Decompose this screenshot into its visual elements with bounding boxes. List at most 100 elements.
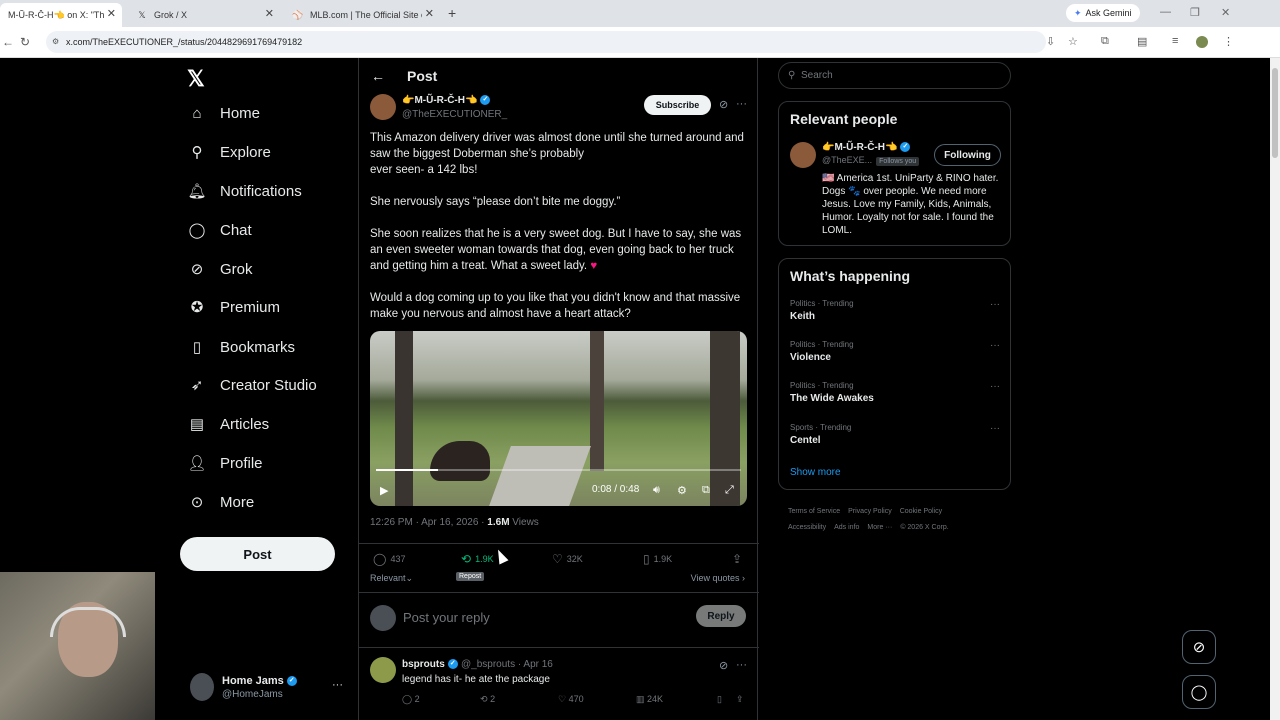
video-progress-bar[interactable]	[376, 469, 741, 471]
ask-gemini-button[interactable]: ✦ Ask Gemini	[1066, 4, 1140, 22]
more-dots-icon[interactable]: ···	[990, 381, 1000, 392]
trend-item[interactable]: Politics · Trending The Wide Awakes ···	[790, 381, 1000, 404]
video-scene-post	[590, 331, 604, 471]
nav-explore[interactable]: ⚲ Explore	[188, 143, 271, 162]
restore-icon[interactable]: ❐	[1190, 6, 1200, 19]
bookmark-icon[interactable]: ▯	[717, 694, 722, 705]
nav-articles[interactable]: ▤ Articles	[188, 415, 269, 434]
site-info-icon[interactable]: ⚙	[52, 31, 59, 53]
reply-button[interactable]: ◯ 437	[373, 552, 405, 566]
more-dots-icon[interactable]: ···	[332, 679, 343, 691]
show-more-link[interactable]: Show more	[790, 467, 841, 478]
nav-more[interactable]: ⊙ More	[188, 493, 254, 512]
nav-premium[interactable]: ✪ Premium	[188, 298, 280, 317]
close-tab-icon[interactable]: ✕	[265, 7, 274, 20]
repost-button[interactable]: ⟲ 1.9K	[461, 552, 494, 566]
back-icon[interactable]: ←	[2, 35, 14, 49]
more-dots-icon[interactable]: ···	[736, 659, 747, 671]
fullscreen-icon[interactable]: ⤢	[725, 484, 734, 497]
nav-chat[interactable]: ◯ Chat	[188, 221, 252, 240]
reply-repost-button[interactable]: ⟲ 2	[480, 694, 495, 705]
tab-grok[interactable]: 𝕏 Grok / X ✕	[128, 3, 280, 27]
nav-creator-studio[interactable]: ➶ Creator Studio	[188, 376, 317, 395]
footer-link[interactable]: More ···	[867, 524, 892, 531]
reply-like-button[interactable]: ♡ 470	[558, 694, 584, 705]
reply-views[interactable]: ▥ 24K	[636, 694, 663, 705]
footer-link[interactable]: Privacy Policy	[848, 508, 892, 515]
more-dots-icon[interactable]: ···	[990, 340, 1000, 351]
subscribe-button[interactable]: Subscribe	[644, 95, 711, 115]
post-time[interactable]: 12:26 PM · Apr 16, 2026 ·	[370, 517, 487, 528]
footer-link[interactable]: Terms of Service	[788, 508, 840, 515]
grok-floating-icon[interactable]: ⊘	[1182, 630, 1216, 664]
person-handle-row[interactable]: @TheEXE... Follows you	[822, 155, 920, 166]
footer-link[interactable]: Ads info	[834, 524, 859, 531]
account-name-row: Home Jams ✓	[222, 675, 297, 687]
trend-item[interactable]: Politics · Trending Keith ···	[790, 299, 1000, 322]
play-icon[interactable]: ▶	[380, 484, 388, 497]
share-icon[interactable]: ⇪	[736, 694, 744, 705]
extensions-icon[interactable]: ⧉	[1101, 35, 1109, 48]
reply-input[interactable]: Post your reply	[403, 610, 490, 625]
bookmark-star-icon[interactable]: ☆	[1068, 35, 1078, 48]
grok-icon[interactable]: ⊘	[719, 659, 728, 672]
chat-floating-icon[interactable]: ◯	[1182, 675, 1216, 709]
share-button[interactable]: ⇪	[732, 552, 742, 566]
person-name-row[interactable]: 👉M-Ũ-R-Č-H👈 ✓	[822, 142, 911, 153]
pip-icon[interactable]: ⧉	[702, 484, 710, 497]
footer-link[interactable]: Cookie Policy	[900, 508, 942, 515]
grok-icon[interactable]: ⊘	[719, 98, 728, 111]
tab-mlb[interactable]: ⚾ MLB.com | The Official Site of M ✕	[284, 3, 440, 27]
menu-icon[interactable]: ⋮	[1223, 35, 1234, 48]
reply-reply-button[interactable]: ◯ 2	[402, 694, 420, 705]
sort-dropdown[interactable]: Relevant⌄	[370, 573, 413, 584]
close-window-icon[interactable]: ✕	[1221, 6, 1230, 19]
more-dots-icon[interactable]: ···	[990, 423, 1000, 434]
install-icon[interactable]: ⇩	[1046, 35, 1055, 48]
nav-grok[interactable]: ⊘ Grok	[188, 260, 253, 279]
close-tab-icon[interactable]: ✕	[107, 7, 116, 20]
reply-handle[interactable]: @_bsprouts · Apr 16	[461, 659, 553, 670]
video-player[interactable]: ▶ 0:08 / 0:48 🔊︎ ⚙ ⧉ ⤢	[370, 331, 747, 506]
author-avatar[interactable]	[370, 94, 396, 120]
author-name-row[interactable]: 👉M-Ũ-R-Č-H👈 ✓	[402, 95, 491, 106]
back-arrow-icon[interactable]: ←	[371, 68, 385, 84]
view-quotes-link[interactable]: View quotes ›	[691, 573, 745, 583]
footer-link[interactable]: Accessibility	[788, 524, 826, 531]
reading-list-icon[interactable]: ▤	[1137, 35, 1147, 48]
tab-current[interactable]: M-Ũ-R-Č-H👈 on X: "This A ✕	[0, 3, 122, 27]
search-input[interactable]: ⚲ Search	[778, 62, 1011, 89]
avatar[interactable]	[790, 142, 816, 168]
page-scrollbar[interactable]	[1270, 58, 1280, 720]
nav-profile[interactable]: 👤︎ Profile	[187, 454, 262, 473]
new-tab-icon[interactable]: +	[448, 5, 456, 21]
close-tab-icon[interactable]: ✕	[425, 7, 434, 20]
reply-name-row[interactable]: bsprouts ✓	[402, 659, 458, 670]
avatar[interactable]	[370, 657, 396, 683]
reload-icon[interactable]: ↻	[20, 35, 30, 49]
x-logo-icon[interactable]: 𝕏	[187, 66, 205, 92]
url-field[interactable]: ⚙ x.com/TheEXECUTIONER_/status/204482969…	[46, 31, 1046, 53]
nav-bookmarks[interactable]: ▯ Bookmarks	[188, 338, 295, 357]
nav-notifications[interactable]: 🔔︎ Notifications	[187, 182, 301, 201]
nav-home[interactable]: ⌂ Home	[188, 104, 260, 122]
minimize-icon[interactable]: —	[1160, 6, 1171, 18]
more-dots-icon[interactable]: ···	[736, 98, 747, 110]
scrollbar-thumb[interactable]	[1272, 68, 1278, 158]
reply-submit-button[interactable]: Reply	[696, 605, 746, 627]
trend-item[interactable]: Sports · Trending Centel ···	[790, 423, 1000, 446]
profile-avatar-icon[interactable]	[1196, 36, 1208, 48]
settings-gear-icon[interactable]: ⚙	[677, 484, 687, 497]
like-button[interactable]: ♡ 32K	[552, 552, 583, 566]
media-icon[interactable]: ≡	[1172, 35, 1178, 47]
author-handle[interactable]: @TheEXECUTIONER_	[402, 109, 507, 120]
heart-emoji-icon: ♥	[590, 260, 598, 272]
reply-item[interactable]: bsprouts ✓ @_bsprouts · Apr 16 ⊘ ··· lege…	[359, 650, 759, 720]
account-switcher[interactable]: Home Jams ✓ @HomeJams ···	[190, 673, 350, 703]
more-dots-icon[interactable]: ···	[990, 299, 1000, 310]
bookmark-button[interactable]: ▯ 1.9K	[643, 552, 672, 566]
following-button[interactable]: Following	[934, 144, 1001, 166]
trend-item[interactable]: Politics · Trending Violence ···	[790, 340, 1000, 363]
post-button[interactable]: Post	[180, 537, 335, 571]
volume-icon[interactable]: 🔊︎	[653, 484, 660, 497]
